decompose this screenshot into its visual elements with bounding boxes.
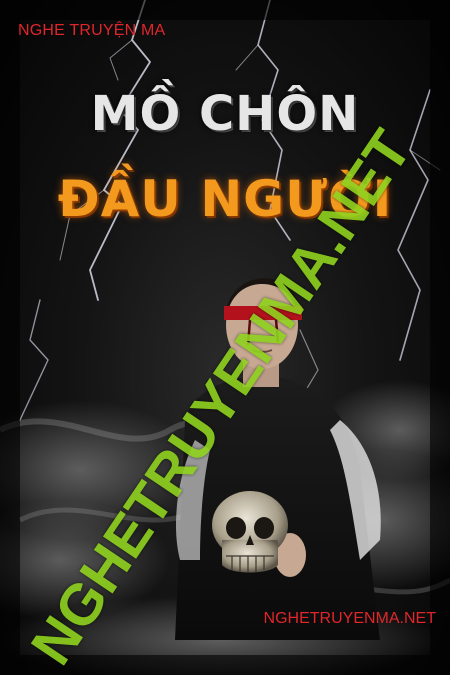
skull <box>212 491 288 573</box>
book-cover: NGHE TRUYỆN MA MỒ CHÔN ĐẦU NGƯỜI NGHETRU… <box>0 0 450 675</box>
site-label-top: NGHE TRUYỆN MA <box>18 22 166 39</box>
site-label-bottom: NGHETRUYENMA.NET <box>263 610 436 627</box>
